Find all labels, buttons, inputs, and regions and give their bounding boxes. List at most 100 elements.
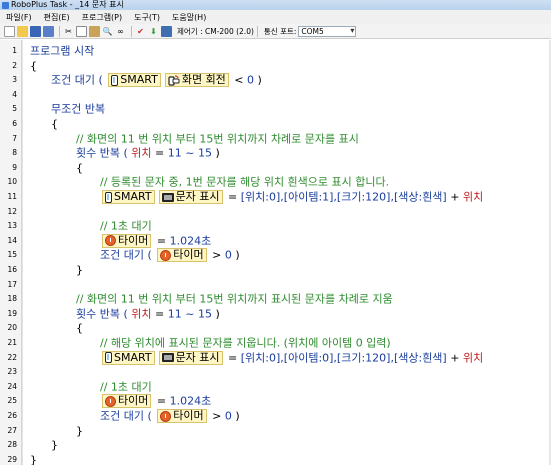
phone-block[interactable]: SMART [102,190,155,204]
value: 0 [224,248,232,262]
code-line[interactable]: 18 // 화면의 11 번 위치 부터 15번 위치까지 표시된 문자를 차례로… [0,291,551,306]
toolbar-separator [256,25,258,37]
value: 11 ~ 15 [167,146,212,160]
code-line[interactable]: 28} [0,437,551,452]
code-line[interactable]: 3 조건 대기 ( SMART 화면 회전 < 0 ) [0,72,551,88]
code-line[interactable]: 15 조건 대기 ( 타이머 > 0 ) [0,247,551,263]
code-line[interactable]: 1 프로그램 시작 [0,43,551,58]
code-editor[interactable]: 1 프로그램 시작 2{3 조건 대기 ( SMART 화면 회전 < 0 ) 4 5 무조건… [0,40,551,465]
code-line[interactable]: 11 SMART 문자 표시 = [위치:0],[아이템:1],[크기:120],[… [0,189,551,204]
port-label: 통신 포트: [263,26,297,36]
operator: = [151,146,168,160]
save-all-icon[interactable] [43,25,54,37]
check-icon[interactable]: ✔ [135,26,146,37]
code-line[interactable]: 27} [0,423,551,438]
code-line[interactable]: 2{ [0,58,551,73]
code-content: 조건 대기 ( 타이머 > 0 ) [100,247,240,263]
code-line[interactable]: 21 // 해당 위치에 표시된 문자를 지웁니다. (위치에 아이템 0 입력) [0,335,551,350]
code-line[interactable]: 5 무조건 반복 [0,101,551,116]
operator: > [208,248,225,262]
block-label: 화면 회전 [181,73,226,87]
code-content: 조건 대기 ( SMART 화면 회전 < 0 ) [51,72,262,88]
value: 11 ~ 15 [167,307,212,321]
copy-icon[interactable] [76,25,87,37]
menu-edit[interactable]: 편집(E) [44,12,70,23]
menu-file[interactable]: 파일(F) [6,12,32,23]
link-icon[interactable]: ∞ [115,26,126,37]
code-content: } [30,452,37,465]
code-content: { [76,160,83,175]
operator: + [446,190,463,204]
code-line[interactable]: 20 { [0,320,551,335]
keyword: 횟수 반복 ( [76,307,132,321]
code-content: // 해당 위치에 표시된 문자를 지웁니다. (위치에 아이템 0 입력) [100,335,391,350]
code-line[interactable]: 13 // 1초 대기 [0,218,551,233]
keyword: 프로그램 시작 [30,44,95,58]
code-content: 조건 대기 ( 타이머 > 0 ) [100,408,240,423]
menu-help[interactable]: 도움말(H) [172,12,206,23]
code-line[interactable]: 6{ [0,116,551,131]
code-line[interactable]: 22 SMART 문자 표시 = [위치:0],[아이템:0],[크기:120],[… [0,350,551,365]
operator: { [76,161,83,175]
code-content: SMART 문자 표시 = [위치:0],[아이템:0],[크기:120],[색상… [100,350,483,365]
code-line[interactable]: 4 [0,87,551,102]
code-line[interactable]: 25 타이머 = 1.024초 [0,393,551,409]
code-content: SMART 문자 표시 = [위치:0],[아이템:1],[크기:120],[색상… [100,189,483,204]
display-block[interactable]: 문자 표시 [158,190,223,204]
code-content: } [76,423,83,438]
operator: ) [231,248,240,262]
comment: // 화면의 11 번 위치 부터 15번 위치까지 차례로 문자를 표시 [76,132,359,146]
toolbar-separator [59,25,60,37]
code-line[interactable]: 10 // 등록된 문자 중, 1번 문자를 해당 위치 흰색으로 표시 합니다. [0,174,551,189]
code-line[interactable]: 14 타이머 = 1.024초 [0,233,551,248]
line-number: 28 [7,440,17,450]
timer-block[interactable]: 타이머 [157,248,207,263]
line-number: 12 [7,206,17,216]
find-icon[interactable]: 🔍 [102,26,113,37]
port-select[interactable]: COM5 [298,25,357,37]
line-number: 17 [7,279,17,289]
code-line[interactable]: 24 // 1초 대기 [0,379,551,394]
comment: // 화면의 11 번 위치 부터 15번 위치까지 표시된 문자를 차례로 지… [76,292,393,306]
code-line[interactable]: 12 [0,204,551,219]
code-line[interactable]: 17 [0,277,551,292]
code-line[interactable]: 19 횟수 반복 ( 위치 = 11 ~ 15 ) [0,306,551,321]
cut-icon[interactable]: ✂ [63,26,74,37]
operator: ) [231,409,240,423]
comment: // 등록된 문자 중, 1번 문자를 해당 위치 흰색으로 표시 합니다. [100,175,390,189]
code-line[interactable]: 23 [0,364,551,379]
phone-block[interactable]: SMART [108,73,161,88]
timer-block[interactable]: 타이머 [102,394,152,409]
smartphone-icon [105,352,112,364]
code-line[interactable]: 29} [0,452,551,465]
display-block[interactable]: 문자 표시 [158,350,223,365]
variable: 위치 [131,307,152,321]
line-number: 6 [12,119,17,128]
save-icon[interactable] [30,25,41,37]
code-line[interactable]: 8 횟수 반복 ( 위치 = 11 ~ 15 ) [0,145,551,160]
code-line[interactable]: 26 조건 대기 ( 타이머 > 0 ) [0,408,551,423]
paste-icon[interactable] [89,25,100,37]
menu-program[interactable]: 프로그램(P) [82,12,123,23]
block-label: SMART [114,350,152,364]
block-label: 문자 표시 [175,350,220,364]
new-file-icon[interactable] [4,25,15,37]
monitor-icon[interactable] [161,25,172,37]
window-title: RoboPlus Task - _14 문자 표시 [11,0,124,9]
open-folder-icon[interactable] [17,25,28,37]
keyword: 조건 대기 ( [100,409,156,423]
code-line[interactable]: 7 // 화면의 11 번 위치 부터 15번 위치까지 차례로 문자를 표시 [0,131,551,146]
code-line[interactable]: 9{ [0,160,551,175]
rotate-block[interactable]: 화면 회전 [164,73,229,88]
timer-block[interactable]: 타이머 [157,409,207,423]
code-content: 프로그램 시작 [30,43,94,58]
line-number: 29 [7,454,17,464]
download-icon[interactable]: ⬇ [148,26,159,37]
timer-block[interactable]: 타이머 [102,233,152,248]
code-content: 횟수 반복 ( 위치 = 11 ~ 15 ) [76,306,220,321]
phone-block[interactable]: SMART [102,350,155,365]
code-content: 무조건 반복 [51,101,105,116]
menu-tools[interactable]: 도구(T) [134,12,160,23]
block-label: 타이머 [118,394,149,408]
code-line[interactable]: 16} [0,262,551,277]
